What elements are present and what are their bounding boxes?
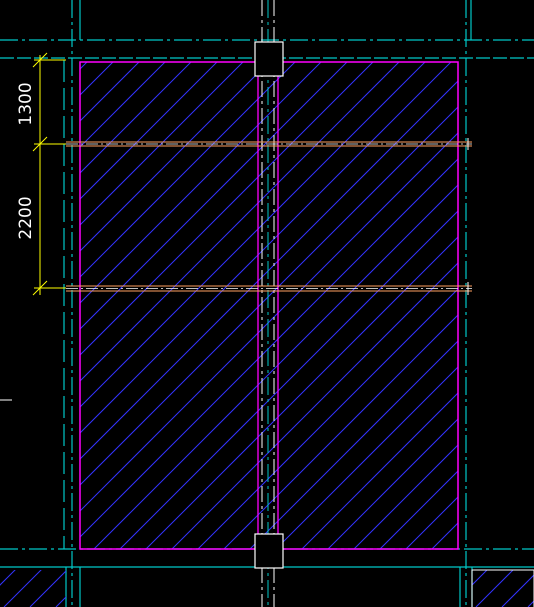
column-bottom — [254, 533, 284, 569]
dimension-lower: 2200 — [16, 196, 36, 239]
dimension-upper: 1300 — [16, 82, 36, 125]
cad-drawing-canvas[interactable]: 1300 2200 — [0, 0, 534, 607]
column-top — [254, 41, 284, 77]
